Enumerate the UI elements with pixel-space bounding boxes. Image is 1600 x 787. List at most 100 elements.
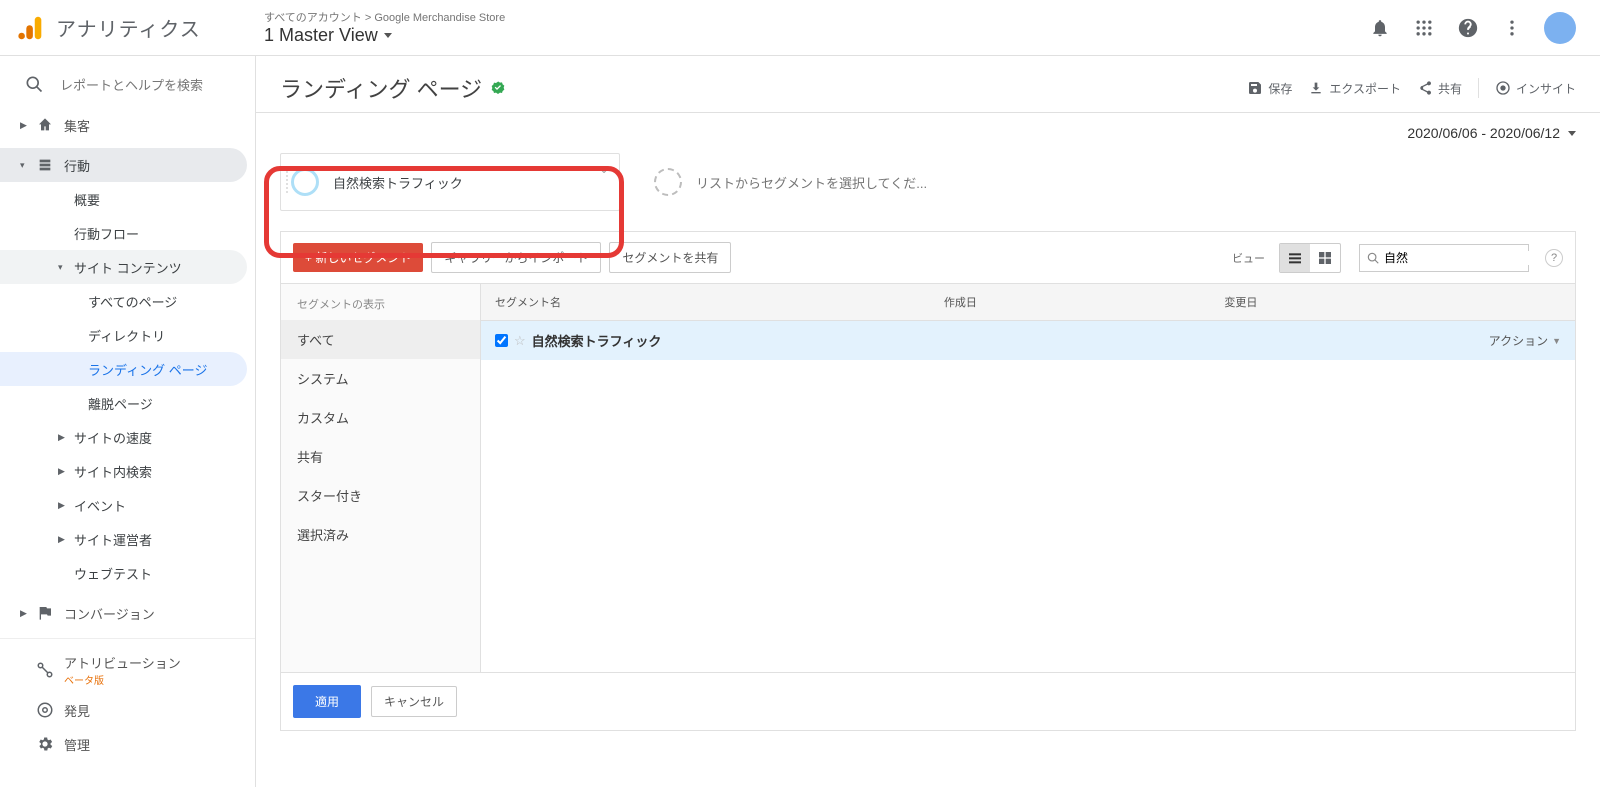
- ga-logo-icon: [16, 13, 46, 43]
- save-button[interactable]: 保存: [1247, 80, 1292, 97]
- behavior-icon: [36, 156, 54, 174]
- side-custom[interactable]: カスタム: [281, 398, 480, 437]
- segment-table: セグメント名 作成日 変更日 ☆ 自然検索トラフィック アクション▼: [481, 284, 1575, 672]
- nav-discover[interactable]: 発見: [0, 693, 247, 727]
- sidebar-search[interactable]: レポートとヘルプを検索: [0, 60, 255, 108]
- list-view-button[interactable]: [1280, 244, 1310, 272]
- export-button[interactable]: エクスポート: [1308, 80, 1401, 97]
- table-header: セグメント名 作成日 変更日: [481, 284, 1575, 321]
- apply-button[interactable]: 適用: [293, 685, 361, 718]
- side-shared[interactable]: 共有: [281, 437, 480, 476]
- nav-admin[interactable]: 管理: [0, 727, 247, 761]
- col-created: 作成日: [944, 294, 1225, 310]
- logo-area: アナリティクス: [16, 13, 256, 43]
- nav-site-speed[interactable]: ▶サイトの速度: [0, 420, 247, 454]
- caret-down-icon: ▼: [1552, 336, 1561, 346]
- chevron-right-icon: ▶: [58, 500, 68, 511]
- side-system[interactable]: システム: [281, 359, 480, 398]
- nav-webtest[interactable]: ウェブテスト: [0, 556, 247, 590]
- nav-directory[interactable]: ディレクトリ: [0, 318, 247, 352]
- row-name: 自然検索トラフィック: [532, 331, 965, 350]
- search-icon: [24, 74, 44, 94]
- sidebar: レポートとヘルプを検索 ▶集客 ▾行動 概要 行動フロー ▾サイト コンテンツ …: [0, 56, 256, 787]
- segment-chip-add[interactable]: リストからセグメントを選択してくだ...: [644, 153, 984, 211]
- share-segment-button[interactable]: セグメントを共有: [609, 242, 731, 273]
- nav-landing[interactable]: ランディング ページ: [0, 352, 247, 386]
- header-actions: [1368, 12, 1584, 44]
- row-action[interactable]: アクション▼: [1236, 332, 1561, 349]
- gear-icon: [36, 735, 54, 753]
- sidebar-search-placeholder: レポートとヘルプを検索: [60, 75, 203, 94]
- drag-handle-icon: [284, 154, 290, 210]
- breadcrumb-account: Google Merchandise Store: [374, 12, 505, 24]
- discover-icon: [36, 701, 54, 719]
- nav-all-pages[interactable]: すべてのページ: [0, 284, 247, 318]
- chevron-right-icon: ▶: [58, 534, 68, 545]
- breadcrumb[interactable]: すべてのアカウント > Google Merchandise Store 1 M…: [264, 9, 1368, 46]
- chevron-right-icon: ▶: [58, 466, 68, 477]
- side-starred[interactable]: スター付き: [281, 476, 480, 515]
- breadcrumb-prefix: すべてのアカウント >: [264, 12, 371, 24]
- segment-modal: + 新しいセグメント ギャラリーからインポート セグメントを共有 ビュー ? セ…: [280, 231, 1576, 731]
- insights-button[interactable]: インサイト: [1495, 80, 1576, 97]
- segment-chip-active[interactable]: 自然検索トラフィック ⌄: [280, 153, 620, 211]
- attribution-icon: [36, 661, 54, 679]
- chevron-down-icon: ⌄: [599, 162, 609, 176]
- grid-view-button[interactable]: [1310, 244, 1340, 272]
- caret-down-icon: [1568, 131, 1576, 136]
- segment-add-label: リストからセグメントを選択してくだ...: [696, 173, 927, 192]
- segment-search-input[interactable]: [1384, 251, 1539, 265]
- verified-icon: [490, 80, 506, 96]
- nav-exit[interactable]: 離脱ページ: [0, 386, 247, 420]
- chevron-right-icon: ▶: [20, 120, 30, 131]
- side-all[interactable]: すべて: [281, 320, 480, 359]
- apps-icon[interactable]: [1412, 16, 1436, 40]
- table-row[interactable]: ☆ 自然検索トラフィック アクション▼: [481, 321, 1575, 360]
- import-button[interactable]: ギャラリーからインポート: [431, 242, 601, 273]
- segment-chip-label: 自然検索トラフィック: [333, 173, 463, 192]
- view-selector[interactable]: 1 Master View: [264, 25, 1368, 46]
- nav-conversion[interactable]: ▶コンバージョン: [0, 596, 247, 630]
- row-checkbox[interactable]: [495, 334, 508, 347]
- modal-side-title: セグメントの表示: [281, 284, 480, 320]
- bell-icon[interactable]: [1368, 16, 1392, 40]
- nav-overview[interactable]: 概要: [0, 182, 247, 216]
- chevron-right-icon: ▶: [58, 432, 68, 443]
- page-title: ランディング ページ: [280, 72, 506, 104]
- date-range-picker[interactable]: 2020/06/06 - 2020/06/12: [256, 113, 1600, 153]
- kebab-icon[interactable]: [1500, 16, 1524, 40]
- nav-site-content[interactable]: ▾サイト コンテンツ: [0, 250, 247, 284]
- segment-row: 自然検索トラフィック ⌄ リストからセグメントを選択してくだ...: [256, 153, 1600, 231]
- cancel-button[interactable]: キャンセル: [371, 686, 457, 717]
- modal-sidebar: セグメントの表示 すべて システム カスタム 共有 スター付き 選択済み: [281, 284, 481, 672]
- modal-footer: 適用 キャンセル: [281, 672, 1575, 730]
- search-icon: [1366, 251, 1380, 265]
- beta-label: ベータ版: [64, 672, 181, 687]
- col-modified: 変更日: [1224, 294, 1561, 310]
- nav-events[interactable]: ▶イベント: [0, 488, 247, 522]
- chevron-right-icon: ▶: [20, 608, 30, 619]
- star-icon[interactable]: ☆: [514, 333, 526, 349]
- share-button[interactable]: 共有: [1417, 80, 1462, 97]
- new-segment-button[interactable]: + 新しいセグメント: [293, 243, 423, 272]
- caret-down-icon: [384, 33, 392, 38]
- content-header-actions: 保存 エクスポート 共有 インサイト: [1247, 78, 1576, 98]
- avatar[interactable]: [1544, 12, 1576, 44]
- nav-behavior[interactable]: ▾行動: [0, 148, 247, 182]
- modal-toolbar: + 新しいセグメント ギャラリーからインポート セグメントを共有 ビュー ?: [281, 232, 1575, 283]
- view-label: ビュー: [1232, 250, 1265, 266]
- side-selected[interactable]: 選択済み: [281, 515, 480, 554]
- acquisition-icon: [36, 116, 54, 134]
- content: ランディング ページ 保存 エクスポート 共有 インサイト 2020/06/06…: [256, 56, 1600, 787]
- chevron-down-icon: ▾: [58, 262, 68, 273]
- segment-search[interactable]: [1359, 244, 1529, 272]
- view-name: 1 Master View: [264, 25, 378, 46]
- nav-publisher[interactable]: ▶サイト運営者: [0, 522, 247, 556]
- help-icon[interactable]: ?: [1545, 249, 1563, 267]
- nav-acquisition[interactable]: ▶集客: [0, 108, 247, 142]
- nav-attribution[interactable]: アトリビューションベータ版: [0, 647, 247, 693]
- chevron-down-icon: ▾: [20, 160, 30, 171]
- nav-site-search[interactable]: ▶サイト内検索: [0, 454, 247, 488]
- help-icon[interactable]: [1456, 16, 1480, 40]
- nav-behavior-flow[interactable]: 行動フロー: [0, 216, 247, 250]
